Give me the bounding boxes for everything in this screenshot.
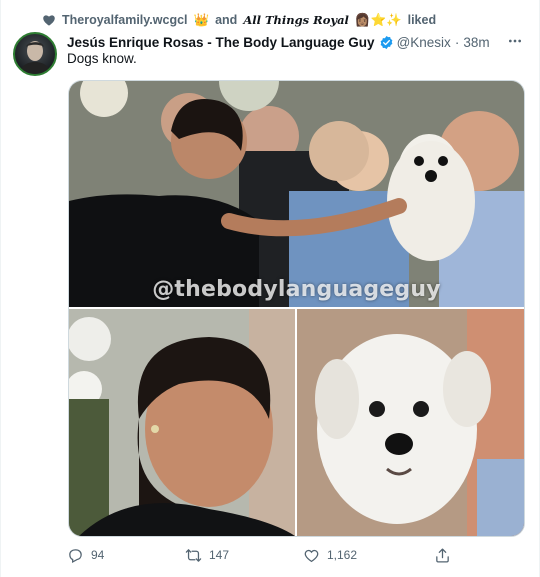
media-grid: @thebodylanguageguy	[68, 80, 525, 537]
liked-by-action: liked	[407, 13, 437, 27]
timeline-left-border	[0, 0, 1, 577]
share-button[interactable]	[434, 547, 451, 564]
reply-button[interactable]: 94	[67, 547, 104, 564]
like-heart-icon	[304, 549, 319, 562]
tweet-text: Dogs know.	[67, 51, 137, 66]
tweet-header: Jesús Enrique Rosas - The Body Language …	[67, 32, 526, 52]
author-handle[interactable]: @Knesix	[397, 35, 451, 50]
avatar-portrait	[19, 41, 51, 74]
reply-icon	[69, 548, 82, 563]
author-avatar[interactable]	[13, 32, 57, 76]
retweet-button[interactable]: 147	[185, 547, 229, 564]
tweet-actions: 94 147 1,162	[67, 544, 467, 566]
like-count: 1,162	[327, 548, 358, 562]
like-button[interactable]: 1,162	[303, 547, 357, 564]
reply-count: 94	[91, 548, 105, 562]
retweet-icon	[185, 548, 202, 562]
heart-filled-icon	[43, 15, 55, 26]
emoji-crown: 👑	[193, 12, 210, 27]
liked-by-other-account[interactable]: 𝑨𝒍𝒍 𝑻𝒉𝒊𝒏𝒈𝒔 𝑹𝒐𝒚𝒂𝒍	[243, 13, 349, 27]
liked-by-account[interactable]: Theroyalfamily.wcgcl	[62, 13, 188, 27]
share-icon	[436, 547, 449, 563]
retweet-count: 147	[209, 548, 230, 562]
photo-1-illustration	[69, 81, 524, 307]
photo-3-illustration	[297, 309, 524, 536]
verified-badge-icon	[380, 35, 392, 49]
liked-by-connector: and	[215, 13, 238, 27]
more-options-icon[interactable]	[507, 33, 523, 49]
emoji-group: 👩🏽⭐✨	[354, 12, 402, 27]
author-name[interactable]: Jesús Enrique Rosas - The Body Language …	[67, 35, 375, 50]
social-context[interactable]: Theroyalfamily.wcgcl 👑 and 𝑨𝒍𝒍 𝑻𝒉𝒊𝒏𝒈𝒔 𝑹𝒐…	[42, 10, 436, 30]
photo-1[interactable]	[69, 81, 524, 307]
photo-3[interactable]	[297, 309, 524, 536]
photo-2-illustration	[69, 309, 295, 536]
photo-2[interactable]	[69, 309, 295, 536]
tweet-timestamp[interactable]: 38m	[463, 35, 489, 50]
header-separator: ·	[454, 34, 460, 50]
image-watermark: @thebodylanguageguy	[152, 277, 441, 302]
